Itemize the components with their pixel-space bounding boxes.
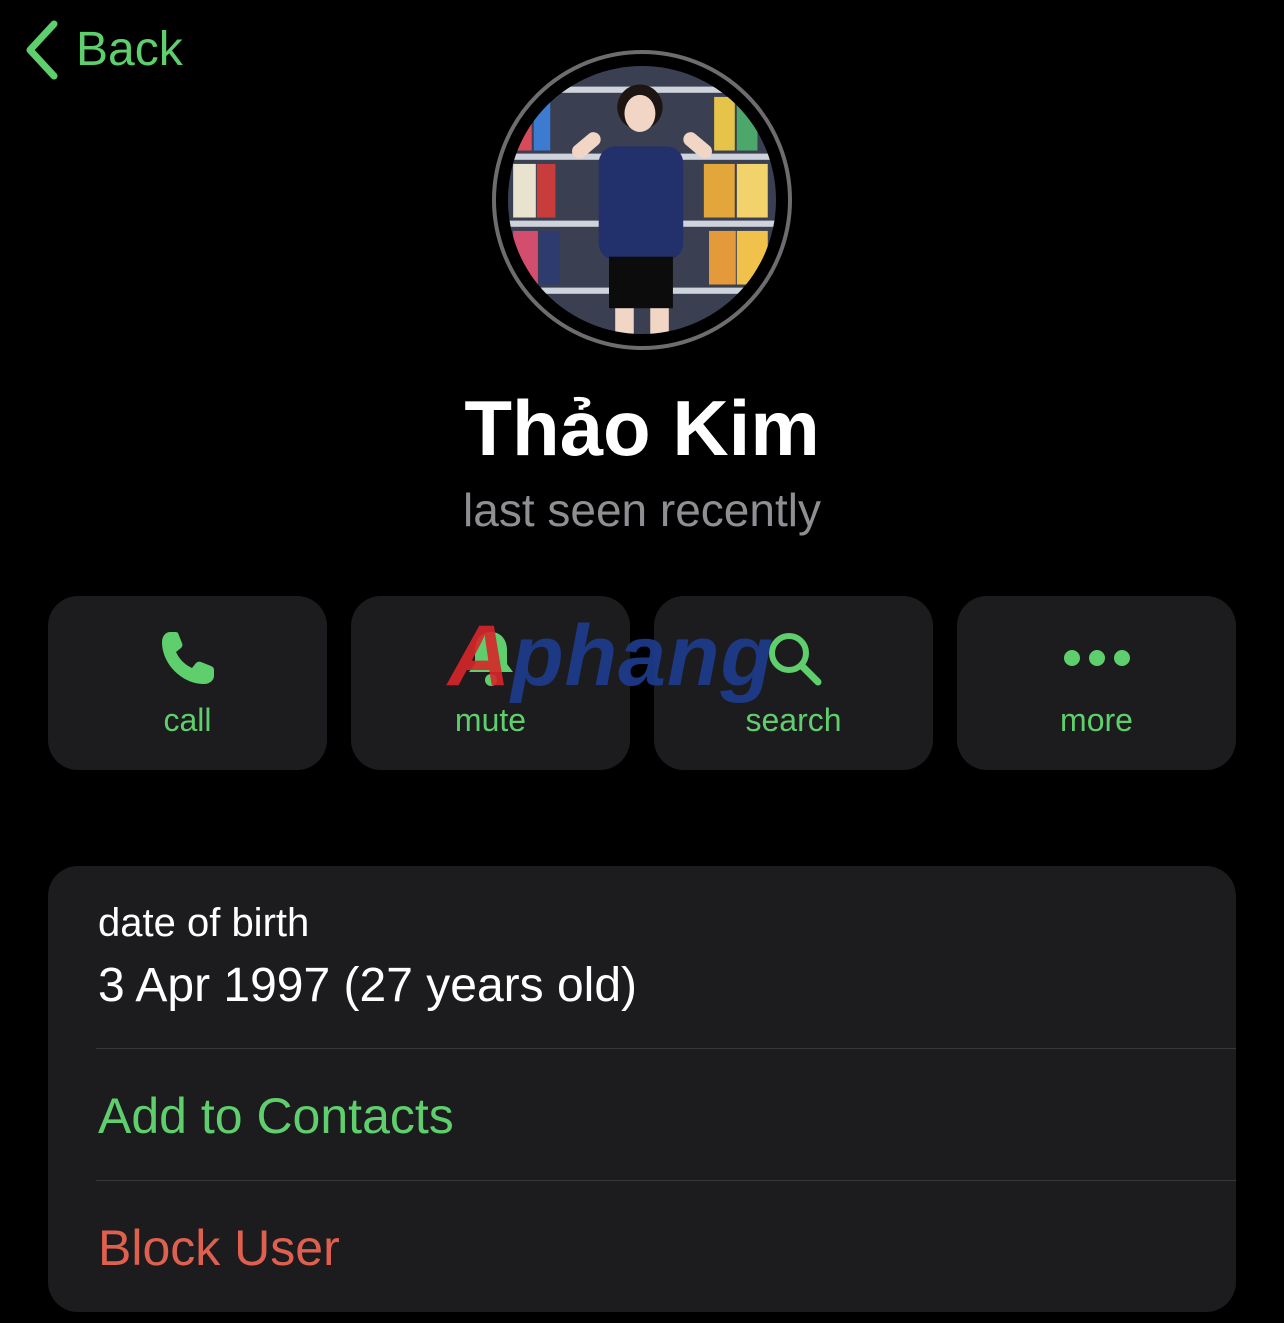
info-card: date of birth 3 Apr 1997 (27 years old) … [48,866,1236,1312]
phone-icon [161,632,214,684]
bell-icon [468,632,513,686]
call-label: call [163,702,212,738]
mute-button[interactable]: mute [351,596,630,770]
dob-label: date of birth [98,901,310,945]
profile-screen: Back Thảo Kim last seen recently call mu… [0,0,1284,1323]
ellipsis-icon [1063,650,1130,666]
more-button[interactable]: more [957,596,1236,770]
search-icon [768,633,821,686]
avatar-photo [508,66,776,334]
profile-status: last seen recently [463,484,821,536]
profile-name: Thảo Kim [464,384,820,472]
block-user-button[interactable]: Block User [98,1216,340,1280]
mute-label: mute [454,702,527,738]
divider [96,1180,1236,1181]
add-to-contacts-button[interactable]: Add to Contacts [98,1084,454,1148]
action-bar: call mute search more [48,596,1236,770]
dob-value: 3 Apr 1997 (27 years old) [98,959,637,1012]
back-button[interactable]: Back [22,18,183,82]
more-label: more [1060,702,1133,738]
divider [96,1048,1236,1049]
chevron-left-icon [26,20,58,80]
back-label: Back [76,23,183,76]
search-button[interactable]: search [654,596,933,770]
dob-row[interactable]: date of birth 3 Apr 1997 (27 years old) [98,898,637,1018]
avatar[interactable] [492,50,792,350]
call-button[interactable]: call [48,596,327,770]
search-label: search [745,702,842,738]
